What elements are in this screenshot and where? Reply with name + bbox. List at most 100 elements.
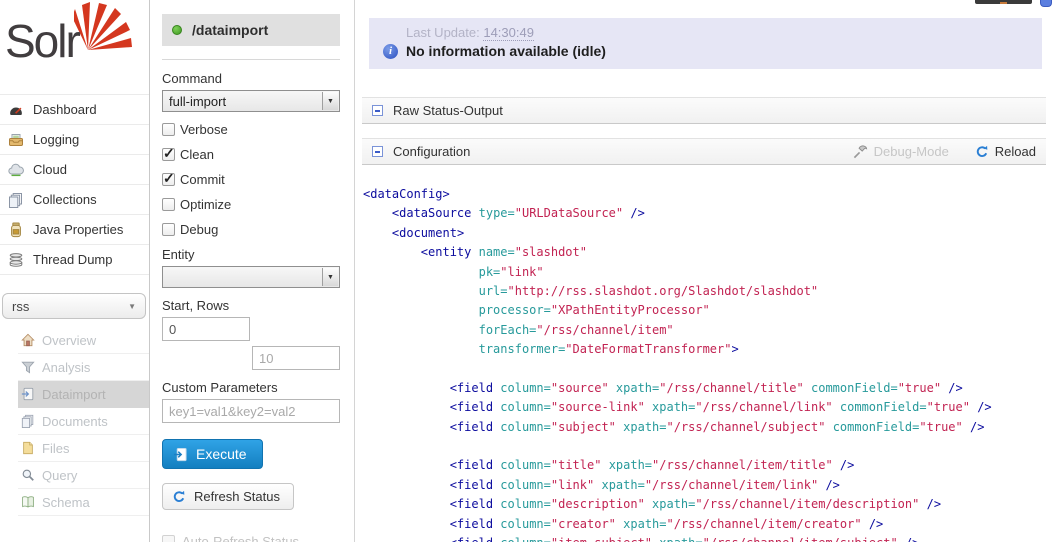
code-line: [363, 360, 1052, 379]
files-icon: [21, 441, 35, 455]
refresh-icon: [172, 490, 186, 504]
checkbox-label: Verbose: [180, 122, 228, 137]
sidebar-item-label: Analysis: [42, 360, 90, 375]
execute-button[interactable]: Execute: [162, 439, 263, 469]
sidebar-item-label: Files: [42, 441, 69, 456]
debug-mode-button[interactable]: Debug-Mode: [853, 144, 949, 159]
checkbox-row-clean[interactable]: Clean: [162, 147, 340, 162]
cloud-icon: [8, 162, 24, 178]
auto-refresh-label: Auto-Refresh Status: [182, 534, 299, 542]
checkbox-debug[interactable]: [162, 223, 175, 236]
core-nav: Overview Analysis Dataimport Documents Files…: [0, 327, 149, 516]
start-input[interactable]: [162, 317, 250, 341]
code-line: transformer="DateFormatTransformer">: [363, 340, 1052, 359]
configuration-title: Configuration: [393, 144, 470, 159]
overview-icon: [21, 333, 35, 347]
collapse-icon[interactable]: [372, 146, 383, 157]
command-select[interactable]: full-import ▼: [162, 90, 340, 112]
dropdown-arrow-icon[interactable]: ▼: [322, 92, 338, 110]
core-selector[interactable]: rss ▼: [2, 293, 146, 319]
last-update-time: 14:30:49: [483, 25, 534, 41]
refresh-status-label: Refresh Status: [194, 489, 280, 504]
sidebar-item-collections[interactable]: Collections: [0, 185, 149, 215]
sidebar-item-label: Documents: [42, 414, 108, 429]
checkbox-commit[interactable]: [162, 173, 175, 186]
code-line: pk="link": [363, 263, 1052, 282]
code-line: <field column="title" xpath="/rss/channe…: [363, 456, 1052, 475]
code-line: <dataSource type="URLDataSource" />: [363, 204, 1052, 223]
sidebar-item-schema[interactable]: Schema: [18, 489, 149, 516]
checkbox-row-verbose[interactable]: Verbose: [162, 122, 340, 137]
sidebar: Solr Dashboard Logging Cloud CollectionsJav…: [0, 0, 150, 542]
configuration-actions: Debug-Mode Reload: [853, 144, 1036, 159]
checkbox-label: Optimize: [180, 197, 231, 212]
sidebar-item-files[interactable]: Files: [18, 435, 149, 462]
command-options: Verbose Clean Commit Optimize Debug: [162, 122, 340, 237]
code-line: <entity name="slashdot": [363, 243, 1052, 262]
sidebar-item-thread-dump[interactable]: Thread Dump: [0, 245, 149, 275]
checkbox-label: Debug: [180, 222, 218, 237]
dropdown-arrow-icon[interactable]: ▼: [322, 268, 338, 286]
sidebar-item-java-properties[interactable]: Java Properties: [0, 215, 149, 245]
collapse-icon[interactable]: [372, 105, 383, 116]
collections-icon: [8, 192, 24, 208]
sidebar-item-label: Query: [42, 468, 77, 483]
divider: [162, 59, 340, 60]
sidebar-item-dashboard[interactable]: Dashboard: [0, 95, 149, 125]
sidebar-item-dataimport[interactable]: Dataimport: [18, 381, 149, 408]
checkbox-verbose[interactable]: [162, 123, 175, 136]
code-line: <field column="source-link" xpath="/rss/…: [363, 398, 1052, 417]
auto-refresh-checkbox[interactable]: [162, 535, 175, 542]
sidebar-item-documents[interactable]: Documents: [18, 408, 149, 435]
code-line: <field column="source" xpath="/rss/chann…: [363, 379, 1052, 398]
entity-label: Entity: [162, 247, 340, 262]
solr-logo[interactable]: Solr: [0, 0, 149, 86]
dashboard-icon: [8, 102, 24, 118]
schema-icon: [21, 495, 35, 509]
sidebar-item-cloud[interactable]: Cloud: [0, 155, 149, 185]
handler-name: /dataimport: [192, 22, 268, 38]
documents-icon: [21, 414, 35, 428]
sidebar-item-label: Dashboard: [33, 102, 97, 117]
entity-select[interactable]: ▼: [162, 266, 340, 288]
code-line: <dataConfig>: [363, 185, 1052, 204]
code-line: processor="XPathEntityProcessor": [363, 301, 1052, 320]
rows-input[interactable]: [252, 346, 340, 370]
checkbox-row-debug[interactable]: Debug: [162, 222, 340, 237]
core-selector-value: rss: [12, 299, 29, 314]
browser-artifact-dark: [975, 0, 1032, 4]
section-raw-status-output[interactable]: Raw Status-Output: [362, 97, 1046, 124]
status-line: i No information available (idle): [383, 43, 1028, 59]
info-icon: i: [383, 44, 398, 59]
handler-header: /dataimport: [162, 14, 340, 46]
checkbox-optimize[interactable]: [162, 198, 175, 211]
solr-logo-text: Solr: [5, 14, 79, 68]
checkbox-clean[interactable]: [162, 148, 175, 161]
solr-admin-app: Solr Dashboard Logging Cloud CollectionsJav…: [0, 0, 1052, 542]
sidebar-item-label: Overview: [42, 333, 96, 348]
checkbox-row-commit[interactable]: Commit: [162, 172, 340, 187]
execute-icon: [173, 447, 188, 462]
custom-parameters-input[interactable]: [162, 399, 340, 423]
checkbox-row-optimize[interactable]: Optimize: [162, 197, 340, 212]
sidebar-item-query[interactable]: Query: [18, 462, 149, 489]
sidebar-item-label: Thread Dump: [33, 252, 112, 267]
sidebar-item-logging[interactable]: Logging: [0, 125, 149, 155]
logging-icon: [8, 132, 24, 148]
code-line: <field column="item-subject" xpath="/rss…: [363, 534, 1052, 542]
refresh-status-button[interactable]: Refresh Status: [162, 483, 294, 510]
config-xml: <dataConfig> <dataSource type="URLDataSo…: [355, 165, 1052, 542]
auto-refresh-row[interactable]: Auto-Refresh Status: [162, 534, 340, 542]
code-line: <field column="description" xpath="/rss/…: [363, 495, 1052, 514]
content-area: Last Update: 14:30:49 i No information a…: [355, 0, 1052, 542]
start-rows-label: Start, Rows: [162, 298, 340, 313]
sidebar-item-label: Cloud: [33, 162, 67, 177]
sidebar-item-overview[interactable]: Overview: [18, 327, 149, 354]
section-configuration[interactable]: Configuration Debug-Mode Reload: [362, 138, 1046, 165]
main-nav: Dashboard Logging Cloud CollectionsJava Pro…: [0, 94, 149, 275]
sidebar-item-analysis[interactable]: Analysis: [18, 354, 149, 381]
code-line: <document>: [363, 224, 1052, 243]
reload-button[interactable]: Reload: [975, 144, 1036, 159]
status-message: No information available (idle): [406, 43, 606, 59]
analysis-icon: [21, 360, 35, 374]
